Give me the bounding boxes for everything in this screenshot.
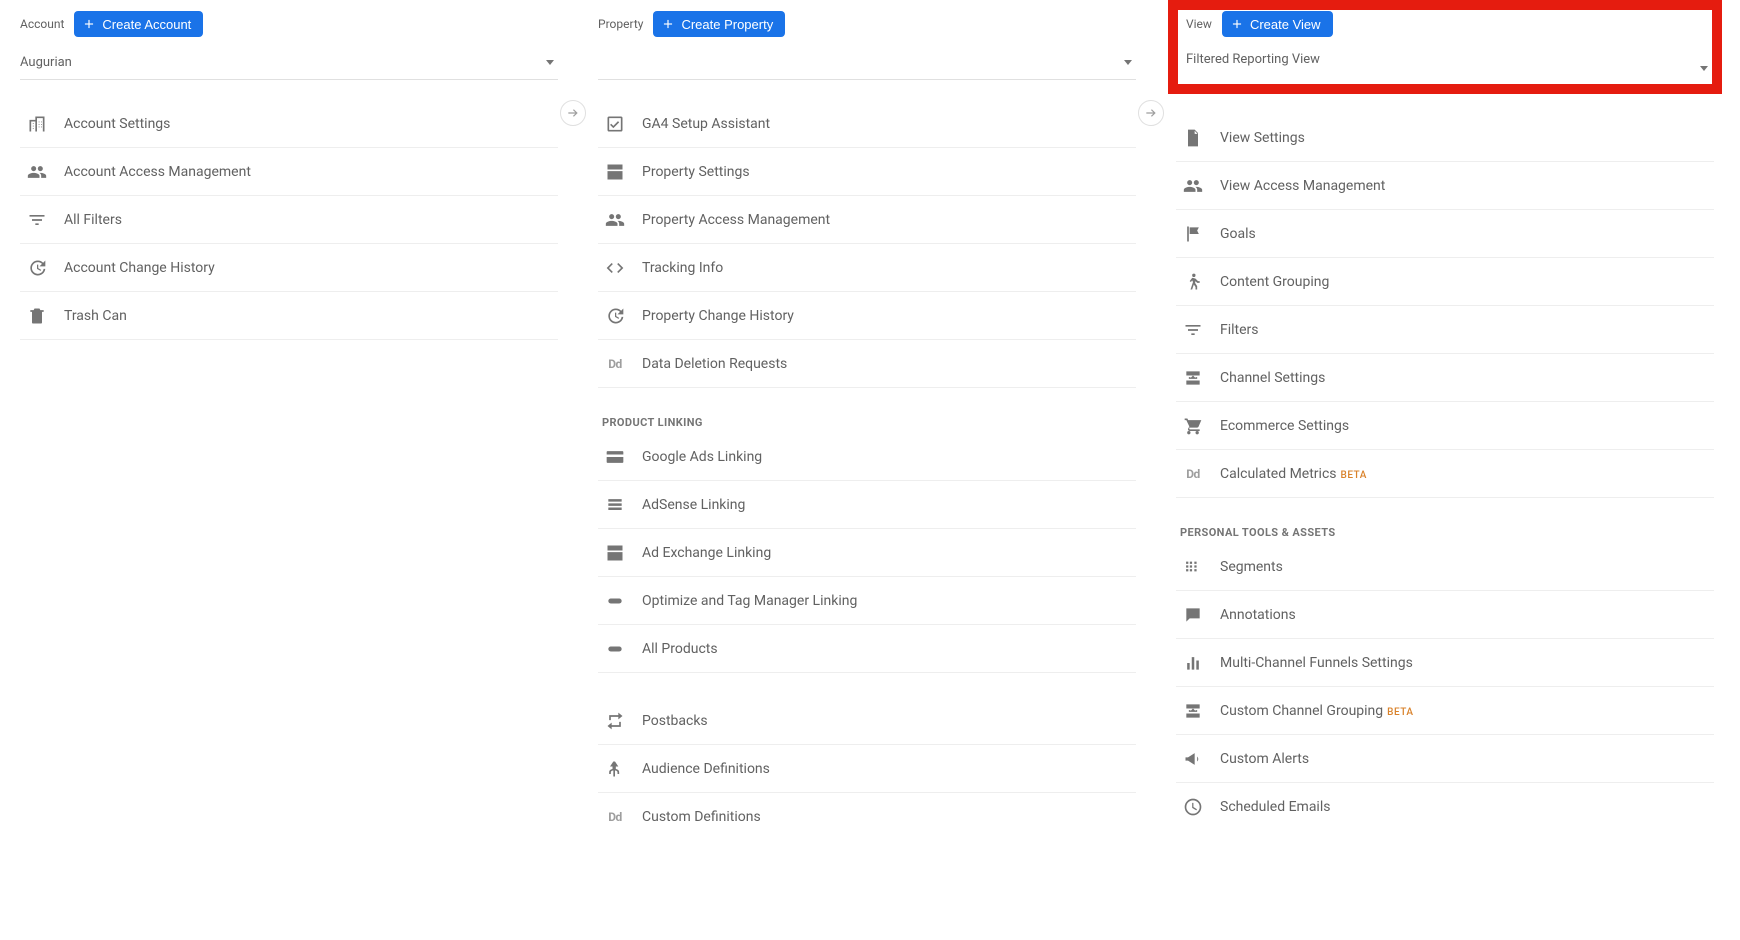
goals-item[interactable]: Goals (1176, 210, 1714, 258)
custom-channel-grouping-item[interactable]: Custom Channel GroupingBETA (1176, 687, 1714, 735)
audience-definitions-item[interactable]: Audience Definitions (598, 745, 1136, 793)
property-menu: GA4 Setup Assistant Property Settings Pr… (598, 100, 1136, 841)
arrow-right-icon (1144, 106, 1158, 120)
account-menu: Account Settings Account Access Manageme… (20, 100, 558, 340)
channel-icon (1182, 367, 1204, 389)
channel-settings-item[interactable]: Channel Settings (1176, 354, 1714, 402)
list-icon (604, 494, 626, 516)
page-icon (1182, 127, 1204, 149)
segments-item[interactable]: Segments (1176, 543, 1714, 591)
content-grouping-item[interactable]: Content Grouping (1176, 258, 1714, 306)
view-menu: View Settings View Access Management Goa… (1176, 114, 1714, 831)
account-selector[interactable]: Augurian (20, 46, 558, 80)
multi-channel-funnels-settings-item[interactable]: Multi-Channel Funnels Settings (1176, 639, 1714, 687)
checkbox-icon (604, 113, 626, 135)
account-change-history-item[interactable]: Account Change History (20, 244, 558, 292)
create-account-button[interactable]: Create Account (74, 11, 203, 37)
people-icon (26, 161, 48, 183)
layout-icon (604, 161, 626, 183)
swap-icon (604, 710, 626, 732)
channel-icon (1182, 700, 1204, 722)
all-products-item[interactable]: All Products (598, 625, 1136, 673)
plus-icon (661, 17, 675, 31)
account-header-label: Account (20, 17, 64, 31)
person-walk-icon (1182, 271, 1204, 293)
adsense-linking-item[interactable]: AdSense Linking (598, 481, 1136, 529)
google-ads-linking-item[interactable]: Google Ads Linking (598, 433, 1136, 481)
account-settings-item[interactable]: Account Settings (20, 100, 558, 148)
annotations-item[interactable]: Annotations (1176, 591, 1714, 639)
layout-icon (604, 542, 626, 564)
segments-icon (1182, 556, 1204, 578)
plus-icon (1230, 17, 1244, 31)
megaphone-icon (1182, 748, 1204, 770)
building-icon (26, 113, 48, 135)
property-selector[interactable] (598, 46, 1136, 80)
custom-alerts-item[interactable]: Custom Alerts (1176, 735, 1714, 783)
chevron-down-icon (1124, 60, 1132, 65)
chevron-down-icon (1700, 66, 1708, 71)
clock-icon (1182, 796, 1204, 818)
comment-icon (1182, 604, 1204, 626)
history-icon (26, 257, 48, 279)
view-header-highlight: View Create View Filtered Reporting View (1168, 0, 1722, 94)
create-property-button[interactable]: Create Property (653, 11, 785, 37)
link-icon (604, 638, 626, 660)
flag-icon (1182, 223, 1204, 245)
ecommerce-settings-item[interactable]: Ecommerce Settings (1176, 402, 1714, 450)
account-access-management-item[interactable]: Account Access Management (20, 148, 558, 196)
people-icon (604, 209, 626, 231)
ga4-setup-assistant-item[interactable]: GA4 Setup Assistant (598, 100, 1136, 148)
calculated-metrics-item[interactable]: Dd Calculated MetricsBETA (1176, 450, 1714, 498)
branch-icon (604, 758, 626, 780)
optimize-tag-manager-linking-item[interactable]: Optimize and Tag Manager Linking (598, 577, 1136, 625)
create-view-button[interactable]: Create View (1222, 11, 1333, 37)
ad-exchange-linking-item[interactable]: Ad Exchange Linking (598, 529, 1136, 577)
account-selected-value: Augurian (20, 55, 72, 70)
view-column: View Create View Filtered Reporting View… (1176, 8, 1724, 841)
plus-icon (82, 17, 96, 31)
property-settings-item[interactable]: Property Settings (598, 148, 1136, 196)
view-settings-item[interactable]: View Settings (1176, 114, 1714, 162)
code-icon (604, 257, 626, 279)
card-icon (604, 446, 626, 468)
property-header-label: Property (598, 17, 643, 31)
view-selected-value: Filtered Reporting View (1186, 52, 1320, 67)
data-deletion-requests-item[interactable]: Dd Data Deletion Requests (598, 340, 1136, 388)
filter-icon (1182, 319, 1204, 341)
view-selector[interactable]: Filtered Reporting View (1186, 42, 1704, 76)
arrow-right-icon (566, 106, 580, 120)
property-column: Property Create Property GA4 Setup Assis… (598, 8, 1176, 841)
product-linking-section-title: PRODUCT LINKING (602, 416, 1136, 429)
dd-icon: Dd (604, 353, 626, 375)
property-move-button[interactable] (1138, 100, 1164, 126)
dd-icon: Dd (604, 806, 626, 828)
trash-can-item[interactable]: Trash Can (20, 292, 558, 340)
property-access-management-item[interactable]: Property Access Management (598, 196, 1136, 244)
view-header-label: View (1186, 17, 1212, 31)
bars-icon (1182, 652, 1204, 674)
cart-icon (1182, 415, 1204, 437)
account-column: Account Create Account Augurian Account … (20, 8, 598, 841)
people-icon (1182, 175, 1204, 197)
link-icon (604, 590, 626, 612)
postbacks-item[interactable]: Postbacks (598, 697, 1136, 745)
all-filters-item[interactable]: All Filters (20, 196, 558, 244)
account-move-button[interactable] (560, 100, 586, 126)
custom-definitions-item[interactable]: Dd Custom Definitions (598, 793, 1136, 841)
dd-icon: Dd (1182, 463, 1204, 485)
history-icon (604, 305, 626, 327)
tracking-info-item[interactable]: Tracking Info (598, 244, 1136, 292)
scheduled-emails-item[interactable]: Scheduled Emails (1176, 783, 1714, 831)
filter-icon (26, 209, 48, 231)
personal-tools-section-title: PERSONAL TOOLS & ASSETS (1180, 526, 1714, 539)
filters-item[interactable]: Filters (1176, 306, 1714, 354)
trash-icon (26, 305, 48, 327)
property-change-history-item[interactable]: Property Change History (598, 292, 1136, 340)
chevron-down-icon (546, 60, 554, 65)
view-access-management-item[interactable]: View Access Management (1176, 162, 1714, 210)
